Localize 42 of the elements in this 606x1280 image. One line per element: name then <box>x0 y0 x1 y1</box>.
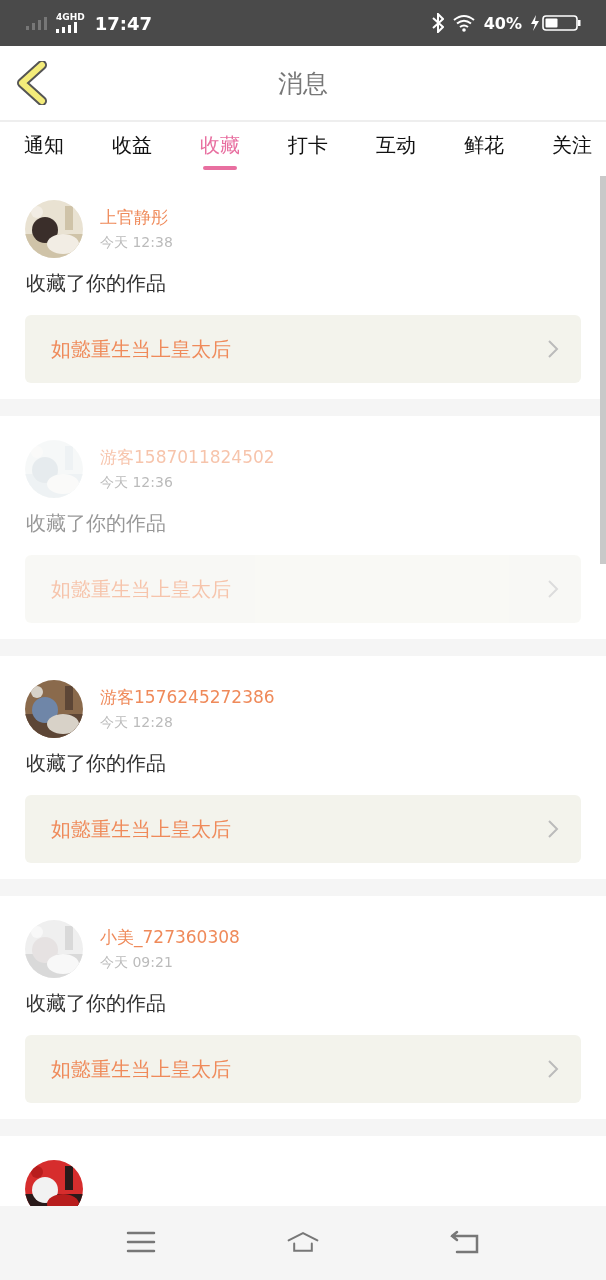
menu-icon[interactable] <box>125 1229 157 1255</box>
work-link[interactable]: 如懿重生当上皇太后 <box>25 1035 581 1103</box>
network-type: 4G <box>56 13 70 22</box>
page-title: 消息 <box>278 67 328 100</box>
back-nav-icon[interactable] <box>449 1229 481 1255</box>
work-link[interactable]: 如懿重生当上皇太后 <box>25 315 581 383</box>
home-icon[interactable] <box>287 1229 319 1255</box>
user-name[interactable]: 小美_727360308 <box>100 926 240 949</box>
chevron-right-icon <box>547 339 559 359</box>
tab[interactable]: 鲜花 <box>464 122 504 178</box>
signal-icon <box>56 22 80 33</box>
timestamp: 今天 12:28 <box>100 714 174 732</box>
tab[interactable]: 通知 <box>24 122 64 178</box>
tab[interactable]: 互动 <box>376 122 416 178</box>
timestamp: 今天 12:36 <box>100 474 174 492</box>
chevron-right-icon <box>547 819 559 839</box>
work-link[interactable]: 如懿重生当上皇太后 <box>25 555 581 623</box>
timestamp: 今天 12:38 <box>100 234 173 252</box>
user-name[interactable]: 游客1587011824502 <box>100 446 275 469</box>
chevron-right-icon <box>547 1059 559 1079</box>
back-icon[interactable] <box>16 61 50 105</box>
signal-icon <box>26 16 50 30</box>
bluetooth-icon <box>431 13 444 33</box>
message-text: 收藏了你的作品 <box>26 990 167 1017</box>
user-name[interactable]: 游客1576245272386 <box>100 686 275 709</box>
scrollbar[interactable] <box>600 176 606 564</box>
tab[interactable]: 打卡 <box>288 122 328 178</box>
message-text: 收藏了你的作品 <box>26 510 167 537</box>
user-name[interactable]: 上官静彤 <box>100 206 173 229</box>
tab[interactable]: 关注 <box>552 122 592 178</box>
battery-charging-icon <box>530 14 582 32</box>
tab[interactable]: 收藏 <box>200 122 240 178</box>
tab[interactable]: 收益 <box>112 122 152 178</box>
wifi-icon <box>451 14 476 32</box>
clock: 17:47 <box>94 12 152 34</box>
battery-percent: 40% <box>483 13 522 33</box>
work-link[interactable]: 如懿重生当上皇太后 <box>25 795 581 863</box>
chevron-right-icon <box>547 579 559 599</box>
message-text: 收藏了你的作品 <box>26 270 167 297</box>
network-label-suffix: HD <box>69 13 85 22</box>
timestamp: 今天 09:21 <box>100 954 174 972</box>
message-text: 收藏了你的作品 <box>26 750 167 777</box>
